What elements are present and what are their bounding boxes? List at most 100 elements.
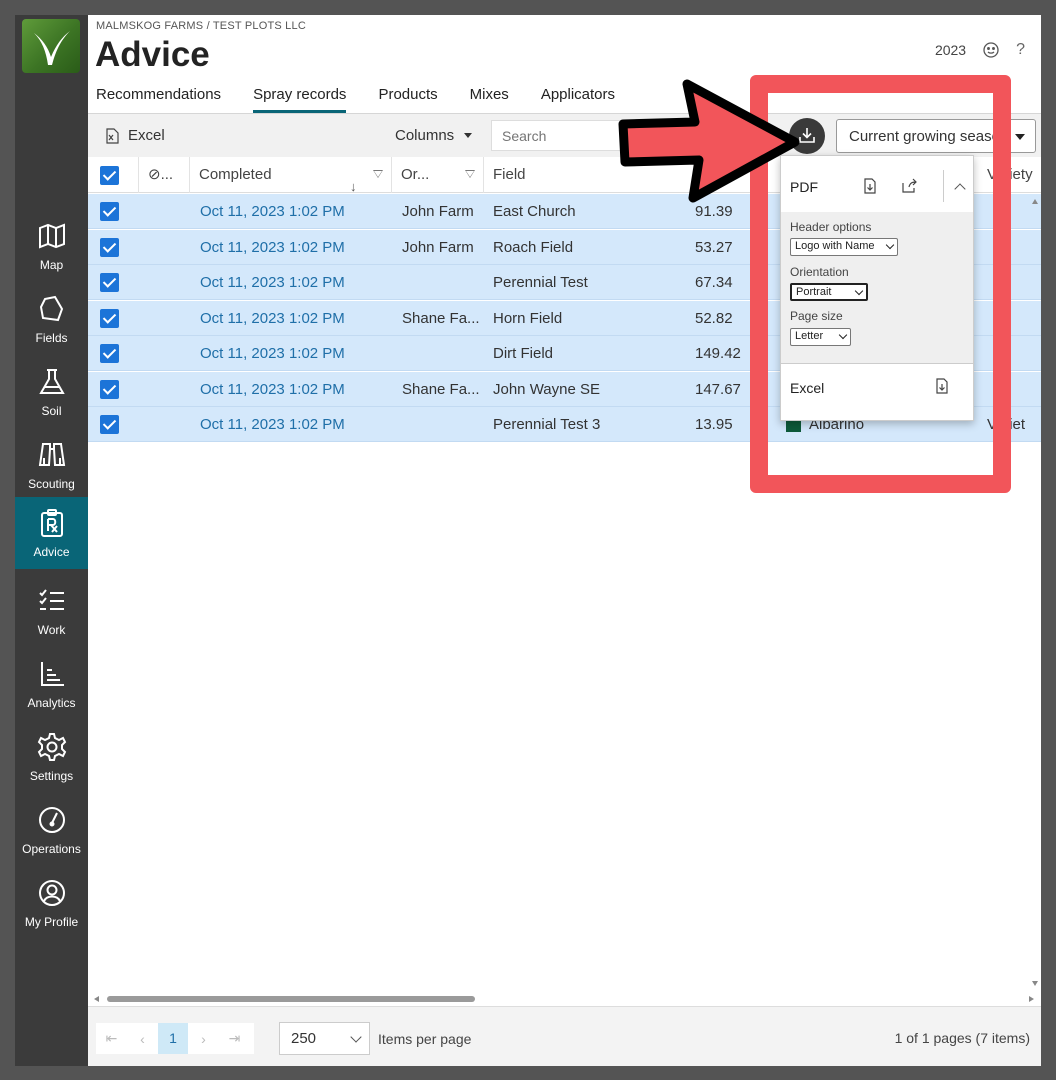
pager: ⇤ ‹ 1 › ⇥ 250 Items per page 1 of 1 page… [88, 1006, 1041, 1066]
row-checkbox[interactable] [100, 380, 119, 399]
sidebar-item-label: Operations [22, 842, 81, 856]
scroll-right-arrow[interactable] [1029, 996, 1034, 1002]
tab-mixes[interactable]: Mixes [470, 86, 509, 113]
sidebar-item-label: Soil [41, 404, 62, 418]
chevron-down-icon [350, 1031, 362, 1043]
columns-label: Columns [395, 127, 455, 144]
breadcrumb[interactable]: MALMSKOG FARMS / TEST PLOTS LLC [96, 20, 306, 32]
sidebar-item-operations[interactable]: Operations [15, 794, 88, 866]
org-cell: John Farm [402, 239, 474, 256]
caret-down-icon [1015, 134, 1025, 140]
pointer-arrow-icon [618, 79, 800, 203]
user-circle-icon [39, 880, 65, 906]
header-actions: 2023 ? [935, 41, 1025, 59]
sidebar-item-analytics[interactable]: Analytics [15, 648, 88, 720]
scroll-up-arrow[interactable] [1032, 199, 1038, 204]
flask-icon [39, 369, 65, 394]
org-cell: Shane Fa... [402, 381, 480, 398]
tab-products[interactable]: Products [378, 86, 437, 113]
app-window: Map Fields Soil Scouting Advice Work Ana… [15, 15, 1041, 1066]
field-cell: Horn Field [493, 310, 563, 327]
sidebar-item-soil[interactable]: Soil [15, 356, 88, 428]
tab-bar: Recommendations Spray records Products M… [96, 86, 615, 113]
next-page-icon[interactable]: › [188, 1031, 219, 1047]
sort-descending-icon[interactable]: ↓ [350, 169, 357, 193]
columns-button[interactable]: Columns [395, 127, 473, 144]
excel-export-label: Excel [128, 127, 165, 144]
area-cell: 53.27 [695, 239, 733, 256]
org-cell: Shane Fa... [402, 310, 480, 327]
org-cell [402, 336, 484, 371]
row-checkbox[interactable] [100, 202, 119, 221]
completed-date-link[interactable]: Oct 11, 2023 1:02 PM [200, 336, 345, 371]
scroll-left-arrow[interactable] [94, 996, 99, 1002]
sidebar-item-fields[interactable]: Fields [15, 283, 88, 355]
gauge-icon [39, 807, 65, 833]
area-cell: 52.82 [695, 310, 733, 327]
column-header-link[interactable]: ⊘... [139, 157, 190, 193]
map-icon [39, 223, 65, 249]
sidebar-item-label: Fields [35, 331, 68, 345]
sidebar-item-label: Map [39, 258, 64, 272]
filter-icon[interactable] [373, 170, 383, 178]
area-cell: 13.95 [695, 416, 733, 433]
completed-date-link[interactable]: Oct 11, 2023 1:02 PM [200, 301, 345, 336]
area-cell: 67.34 [695, 274, 733, 291]
completed-date-link[interactable]: Oct 11, 2023 1:02 PM [200, 265, 345, 300]
fields-icon [39, 295, 64, 322]
pager-info: 1 of 1 pages (7 items) [894, 1030, 1030, 1046]
completed-date-link[interactable]: Oct 11, 2023 1:02 PM [200, 407, 345, 442]
gear-icon [37, 733, 67, 761]
bar-chart-icon [41, 662, 64, 686]
page-navigation: ⇤ ‹ 1 › ⇥ [96, 1023, 254, 1054]
tab-recommendations[interactable]: Recommendations [96, 86, 221, 113]
horizontal-scrollbar[interactable] [88, 993, 1034, 1005]
field-cell: Dirt Field [493, 345, 554, 362]
column-header-label: Completed [199, 166, 272, 183]
smiley-icon[interactable] [982, 41, 1000, 59]
column-header-label: Or... [401, 166, 430, 183]
prev-page-icon[interactable]: ‹ [127, 1031, 158, 1047]
first-page-icon[interactable]: ⇤ [96, 1030, 127, 1047]
filter-icon[interactable] [465, 170, 475, 178]
sidebar-item-work[interactable]: Work [15, 575, 88, 647]
completed-date-link[interactable]: Oct 11, 2023 1:02 PM [200, 372, 345, 407]
link-icon: ⊘... [148, 166, 174, 183]
help-icon[interactable]: ? [1016, 41, 1025, 59]
row-checkbox[interactable] [100, 344, 119, 363]
sidebar-item-scouting[interactable]: Scouting [15, 429, 88, 501]
row-checkbox[interactable] [100, 273, 119, 292]
sidebar-item-settings[interactable]: Settings [15, 721, 88, 793]
sidebar-item-label: Analytics [27, 696, 76, 710]
field-cell: John Wayne SE [493, 381, 600, 398]
page-button-current[interactable]: 1 [158, 1023, 188, 1054]
app-logo[interactable] [22, 19, 80, 73]
row-checkbox[interactable] [100, 238, 119, 257]
page-size-select[interactable]: 250 [279, 1022, 370, 1055]
excel-export-button[interactable]: Excel [104, 127, 165, 144]
last-page-icon[interactable]: ⇥ [219, 1030, 250, 1047]
year-selector[interactable]: 2023 [935, 42, 966, 58]
binoculars-icon [38, 443, 66, 466]
checklist-icon [39, 589, 64, 610]
sidebar-item-label: Work [37, 623, 66, 637]
column-header-completed[interactable]: Completed ↓ [190, 157, 392, 193]
column-header-org[interactable]: Or... [392, 157, 484, 193]
field-cell: East Church [493, 203, 576, 220]
sidebar-item-map[interactable]: Map [15, 210, 88, 282]
select-all-checkbox[interactable] [100, 166, 119, 185]
area-cell: 147.67 [695, 381, 741, 398]
completed-date-link[interactable]: Oct 11, 2023 1:02 PM [200, 230, 345, 265]
tab-applicators[interactable]: Applicators [541, 86, 615, 113]
tab-spray-records[interactable]: Spray records [253, 86, 347, 113]
page-title: Advice [95, 35, 210, 74]
sidebar-item-advice[interactable]: Advice [15, 497, 88, 569]
org-cell: John Farm [402, 203, 474, 220]
scroll-down-arrow[interactable] [1032, 981, 1038, 986]
completed-date-link[interactable]: Oct 11, 2023 1:02 PM [200, 194, 345, 229]
org-cell [402, 265, 484, 300]
row-checkbox[interactable] [100, 309, 119, 328]
sidebar-item-my-profile[interactable]: My Profile [15, 867, 88, 939]
scrollbar-thumb[interactable] [107, 996, 475, 1002]
row-checkbox[interactable] [100, 415, 119, 434]
